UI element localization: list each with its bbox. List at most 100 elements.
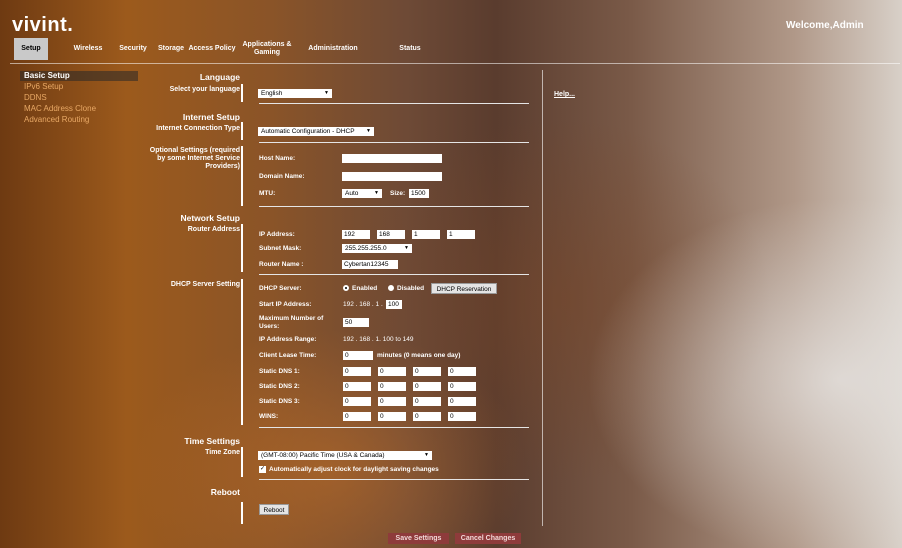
save-settings-button[interactable]: Save Settings (388, 533, 449, 544)
ip-range-value: 192 . 168 . 1. 100 to 149 (343, 336, 414, 343)
sidebar-item-mac-address-clone[interactable]: MAC Address Clone (20, 104, 138, 114)
dns1-octet-3-input[interactable]: 0 (413, 367, 441, 376)
dns3-octet-2-input[interactable]: 0 (378, 397, 406, 406)
router-name-label: Router Name : (259, 261, 304, 268)
lease-time-input[interactable]: 0 (343, 351, 373, 360)
sidebar-item-basic-setup[interactable]: Basic Setup (20, 71, 138, 81)
time-zone-select[interactable]: (GMT-08:00) Pacific Time (USA & Canada) … (258, 451, 432, 460)
max-users-input[interactable]: 50 (343, 318, 369, 327)
ip-octet-2-input[interactable]: 168 (377, 230, 405, 239)
time-section-title: Time Settings (184, 436, 240, 446)
domain-name-label: Domain Name: (259, 173, 305, 180)
router-name-input[interactable]: Cybertan12345 (342, 260, 398, 269)
dhcp-enabled-radio[interactable] (343, 285, 349, 291)
ip-octet-3-input[interactable]: 1 (412, 230, 440, 239)
subnet-mask-select[interactable]: 255.255.255.0 ▼ (342, 244, 412, 253)
tab-storage[interactable]: Storage (156, 38, 186, 60)
wins-octet-2-input[interactable]: 0 (378, 412, 406, 421)
dns2-octet-4-input[interactable]: 0 (448, 382, 476, 391)
reboot-section-title: Reboot (210, 487, 240, 497)
dns2-octet-1-input[interactable]: 0 (343, 382, 371, 391)
chevron-down-icon: ▼ (424, 452, 429, 458)
chevron-down-icon: ▼ (374, 190, 379, 196)
dns2-octet-2-input[interactable]: 0 (378, 382, 406, 391)
dns1-octet-2-input[interactable]: 0 (378, 367, 406, 376)
section-marker (241, 84, 243, 102)
dns3-octet-1-input[interactable]: 0 (343, 397, 371, 406)
tab-access-policy[interactable]: Access Policy (188, 38, 236, 60)
header-divider (10, 63, 900, 64)
static-dns-2-label: Static DNS 2: (259, 383, 300, 390)
dns1-octet-4-input[interactable]: 0 (448, 367, 476, 376)
wins-octet-3-input[interactable]: 0 (413, 412, 441, 421)
help-link[interactable]: Help... (554, 91, 575, 98)
divider (259, 427, 529, 428)
mtu-label: MTU: (259, 190, 276, 197)
dhcp-enabled-label: Enabled (352, 285, 378, 292)
mtu-select[interactable]: Auto ▼ (342, 189, 382, 198)
sidebar-item-ipv6-setup[interactable]: IPv6 Setup (20, 82, 138, 92)
section-marker (241, 122, 243, 140)
ip-octet-4-input[interactable]: 1 (447, 230, 475, 239)
cancel-changes-button[interactable]: Cancel Changes (455, 533, 521, 544)
dns3-octet-4-input[interactable]: 0 (448, 397, 476, 406)
internet-section-title: Internet Setup (182, 112, 240, 122)
chevron-down-icon: ▼ (366, 128, 371, 134)
section-marker (241, 502, 243, 524)
tab-status[interactable]: Status (394, 38, 426, 60)
start-ip-prefix: 192 . 168 . 1 . (343, 301, 383, 308)
connection-type-label: Internet Connection Type (156, 125, 240, 132)
wins-octet-1-input[interactable]: 0 (343, 412, 371, 421)
time-zone-label: Time Zone (205, 449, 240, 456)
dhcp-section-title: DHCP Server Setting (170, 281, 240, 288)
dhcp-reservation-button[interactable]: DHCP Reservation (431, 283, 497, 294)
tab-security[interactable]: Security (118, 38, 148, 60)
divider (259, 103, 529, 104)
mtu-size-input[interactable]: 1500 (409, 189, 429, 198)
static-dns-1-label: Static DNS 1: (259, 368, 300, 375)
dhcp-disabled-radio[interactable] (388, 285, 394, 291)
section-marker (241, 279, 243, 425)
chevron-down-icon: ▼ (404, 245, 409, 251)
dns1-octet-1-input[interactable]: 0 (343, 367, 371, 376)
reboot-button[interactable]: Reboot (259, 504, 289, 515)
dns3-octet-3-input[interactable]: 0 (413, 397, 441, 406)
start-ip-input[interactable]: 100 (386, 300, 402, 309)
language-section-title: Language (199, 72, 240, 82)
sidebar-item-advanced-routing[interactable]: Advanced Routing (20, 115, 138, 125)
dst-label: Automatically adjust clock for daylight … (269, 466, 439, 473)
tab-applications-gaming[interactable]: Applications & Gaming (240, 38, 294, 60)
content-divider (542, 70, 543, 526)
dns2-octet-3-input[interactable]: 0 (413, 382, 441, 391)
wins-octet-4-input[interactable]: 0 (448, 412, 476, 421)
divider (259, 142, 529, 143)
vivint-logo: vivint. (12, 14, 74, 36)
ip-address-label: IP Address: (259, 231, 295, 238)
wins-label: WINS: (259, 413, 279, 420)
section-marker (241, 447, 243, 477)
section-marker (241, 146, 243, 206)
divider (259, 479, 529, 480)
host-name-input[interactable] (342, 154, 442, 163)
tab-administration[interactable]: Administration (304, 38, 362, 60)
static-dns-3-label: Static DNS 3: (259, 398, 300, 405)
section-marker (241, 224, 243, 272)
language-label: Select your language (169, 86, 240, 93)
max-users-label: Maximum Number of Users: (259, 315, 324, 330)
sidebar-item-ddns[interactable]: DDNS (20, 93, 138, 103)
sidebar: Basic Setup IPv6 Setup DDNS MAC Address … (20, 71, 138, 126)
tab-wireless[interactable]: Wireless (72, 38, 104, 60)
divider (259, 274, 529, 275)
chevron-down-icon: ▼ (324, 90, 329, 96)
dst-checkbox[interactable]: ✓ (259, 466, 266, 473)
domain-name-input[interactable] (342, 172, 442, 181)
ip-range-label: IP Address Range: (259, 336, 317, 343)
tab-setup[interactable]: Setup (14, 38, 48, 60)
host-name-label: Host Name: (259, 155, 296, 162)
ip-octet-1-input[interactable]: 192 (342, 230, 370, 239)
language-select[interactable]: English ▼ (258, 89, 332, 98)
welcome-text: Welcome,Admin (786, 20, 864, 31)
subnet-mask-label: Subnet Mask: (259, 245, 302, 252)
optional-settings-label: Optional Settings (required by some Inte… (149, 147, 240, 170)
connection-type-select[interactable]: Automatic Configuration - DHCP ▼ (258, 127, 374, 136)
